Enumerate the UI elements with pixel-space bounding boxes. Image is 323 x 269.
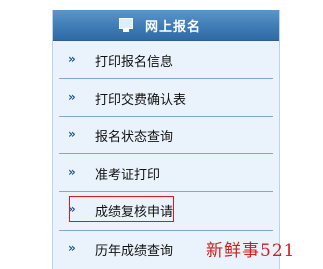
menu-item-print-payment-confirmation[interactable]: » 打印交费确认表	[53, 79, 279, 116]
monitor-icon	[119, 18, 133, 32]
double-chevron-right-icon: »	[68, 165, 76, 179]
menu-item-label[interactable]: 准考证打印	[95, 164, 160, 183]
panel-header: 网上报名	[53, 10, 279, 41]
watermark-text: 新鲜事521	[206, 241, 296, 261]
double-chevron-right-icon: »	[68, 241, 76, 255]
menu-item-print-admission-ticket[interactable]: » 准考证打印	[53, 154, 279, 191]
double-chevron-right-icon: »	[68, 52, 76, 66]
menu-item-label[interactable]: 打印交费确认表	[95, 89, 186, 108]
menu-item-print-registration-info[interactable]: » 打印报名信息	[53, 41, 279, 78]
menu-item-label[interactable]: 报名状态查询	[95, 126, 173, 145]
panel-title: 网上报名	[145, 20, 202, 35]
menu-item-label[interactable]: 打印报名信息	[95, 51, 173, 70]
online-registration-panel: 网上报名 » 打印报名信息 » 打印交费确认表 » 报名状态查询 » 准考证打印…	[52, 10, 280, 269]
double-chevron-right-icon: »	[68, 127, 76, 141]
double-chevron-right-icon: »	[68, 90, 76, 104]
menu-item-label[interactable]: 历年成绩查询	[95, 240, 173, 259]
highlight-box	[69, 196, 174, 222]
menu-item-registration-status[interactable]: » 报名状态查询	[53, 116, 279, 153]
